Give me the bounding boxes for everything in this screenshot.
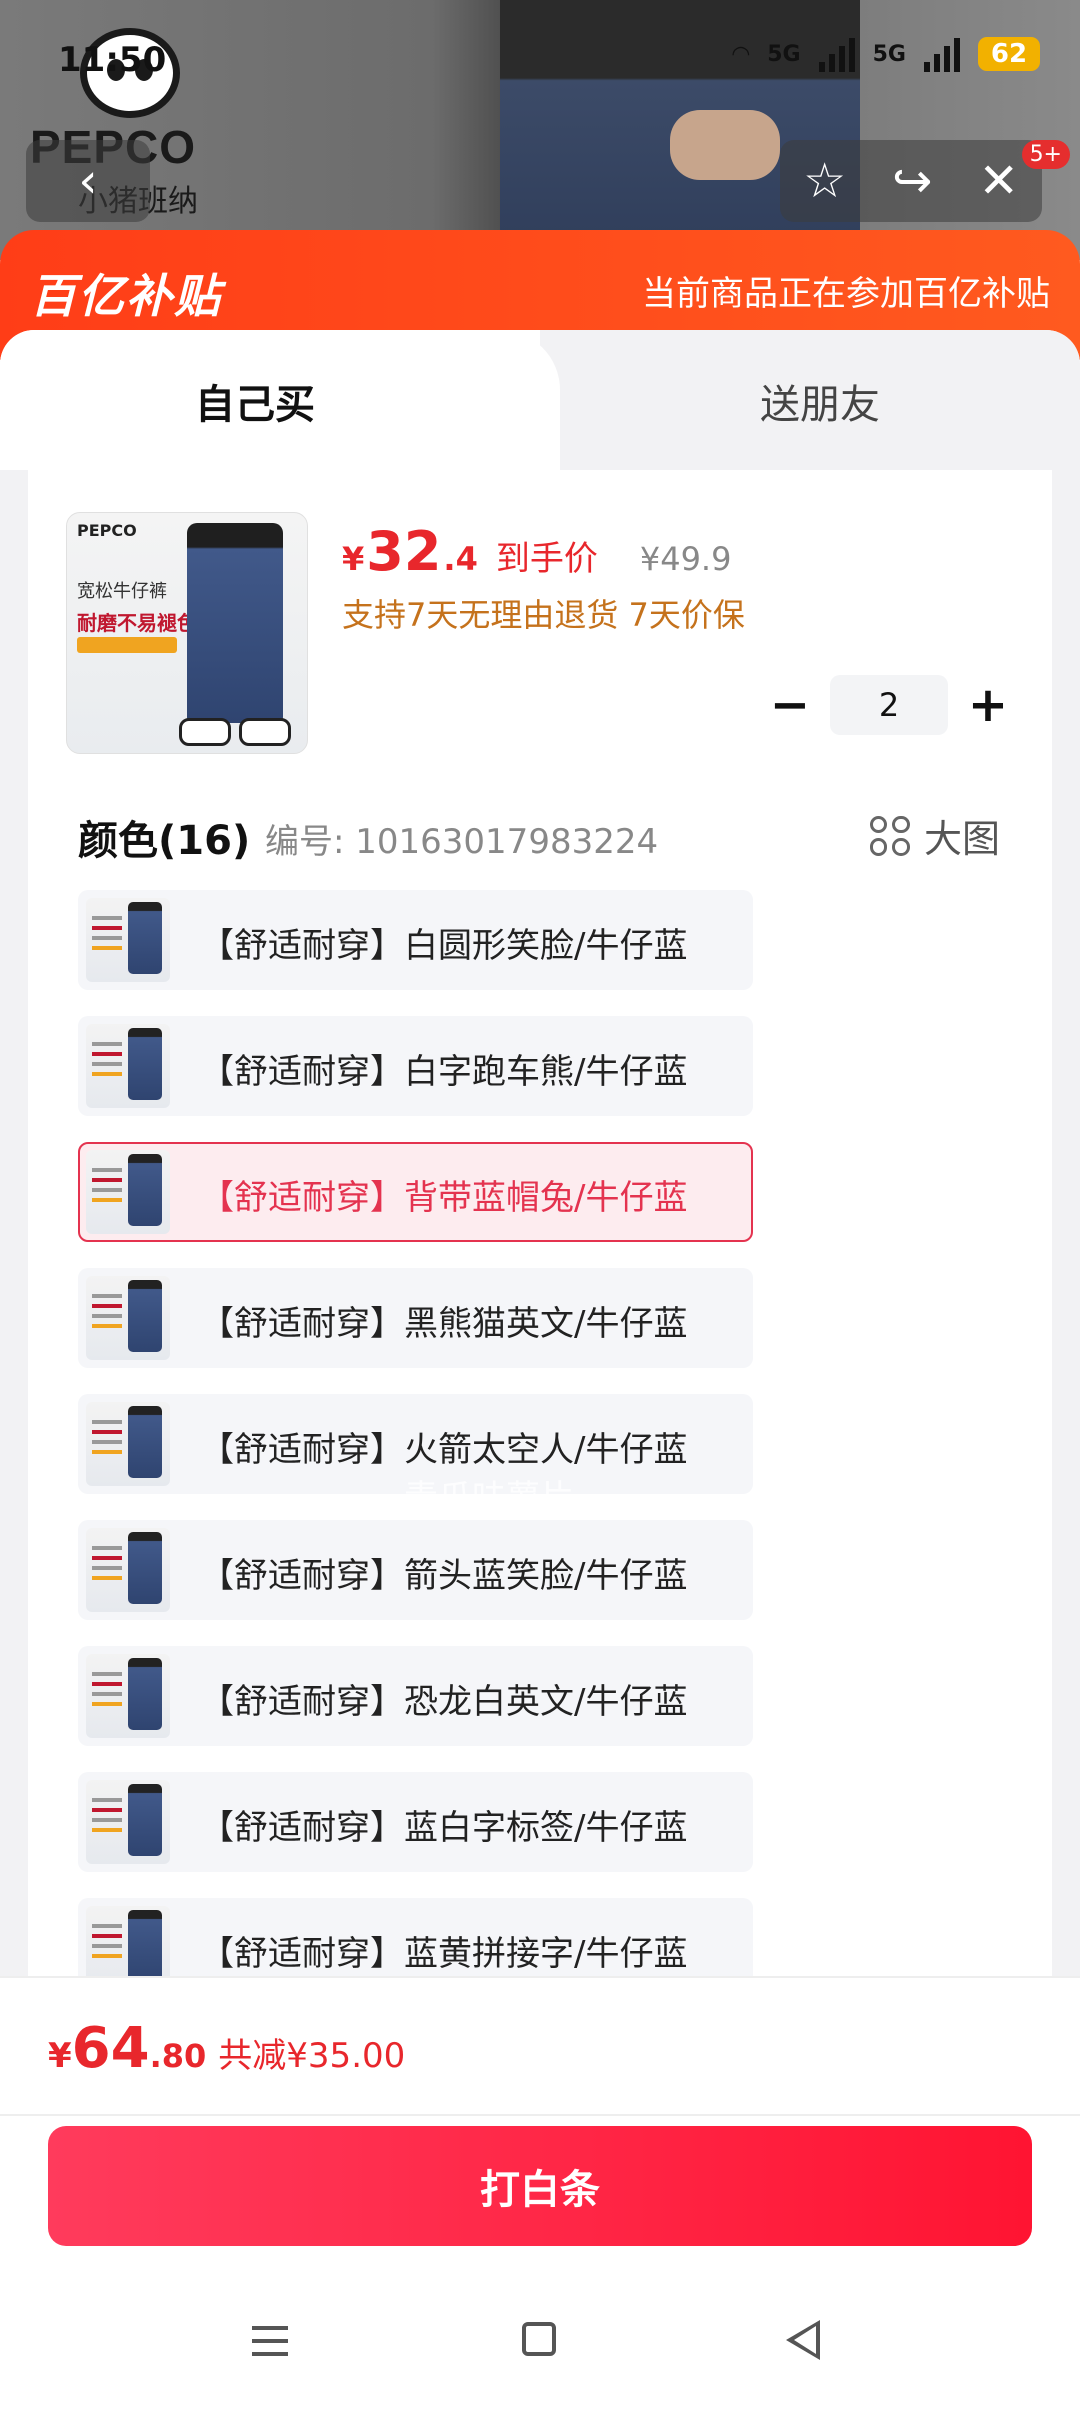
quantity-stepper: − 2 + [750,675,1028,735]
quantity-value[interactable]: 2 [830,675,948,735]
big-picture-toggle[interactable]: 大图 [869,808,1000,863]
total-decimal: .80 [149,2037,207,2075]
color-options: 【舒适耐穿】白圆形笑脸/牛仔蓝 【舒适耐穿】白字跑车熊/牛仔蓝 【舒适耐穿】背带… [78,890,753,2024]
signal-label-2: 5G [872,41,906,67]
option-thumbnail [86,1654,170,1738]
close-icon[interactable]: ✕ [979,153,1019,209]
option-label: 【舒适耐穿】火箭太空人/牛仔蓝 [200,1430,688,1470]
notification-badge: 5+ [1021,140,1070,169]
service-guarantee: 支持7天无理由退货 7天价保 [342,596,745,634]
share-icon[interactable]: ↪ [892,153,932,209]
option-thumbnail [86,1780,170,1864]
color-option[interactable]: 【舒适耐穿】恐龙白英文/牛仔蓝 [78,1646,753,1746]
battery-indicator: 62 [978,37,1040,71]
total-discount: 共减¥35.00 [218,2036,406,2076]
increase-button[interactable]: + [948,675,1028,735]
total-price: ¥ 64 .80 共减¥35.00 [48,2016,405,2081]
thumb-shoe [179,718,231,746]
tab-buy-for-self[interactable]: 自己买 [195,372,315,430]
status-time: 11:50 [58,40,167,80]
option-label: 【舒适耐穿】白圆形笑脸/牛仔蓝 [200,926,688,966]
original-price: ¥49.9 [639,540,732,578]
signal-bars-icon [818,36,855,72]
color-option[interactable]: 【舒适耐穿】火箭太空人/牛仔蓝 [78,1394,753,1494]
option-label: 【舒适耐穿】恐龙白英文/牛仔蓝 [200,1682,688,1722]
color-option[interactable]: 【舒适耐穿】箭头蓝笑脸/牛仔蓝 [78,1520,753,1620]
back-triangle-icon[interactable] [786,2320,820,2360]
option-thumbnail [86,1024,170,1108]
color-option[interactable]: 【舒适耐穿】黑熊猫英文/牛仔蓝 [78,1268,753,1368]
total-integer: 64 [71,2016,150,2081]
thumb-line-2: 耐磨不易褪色 [77,611,197,635]
option-label: 【舒适耐穿】白字跑车熊/牛仔蓝 [200,1052,688,1092]
menu-icon[interactable] [252,2326,288,2356]
color-section-title: 颜色(16) [78,818,251,864]
option-label: 【舒适耐穿】箭头蓝笑脸/牛仔蓝 [200,1556,688,1596]
subsidy-logo: 百亿补贴 [30,269,222,323]
price-decimal: .4 [443,540,478,578]
sku-code: 编号: 10163017983224 [265,822,659,862]
thumb-shoe [239,718,291,746]
total-currency: ¥ [48,2036,72,2076]
thumb-tag [77,637,177,653]
favorite-star-icon[interactable]: ☆ [803,153,846,209]
thumb-brand: PEPCO [77,521,137,540]
product-thumbnail[interactable]: PEPCO 宽松牛仔裤 耐磨不易褪色 [66,512,308,754]
system-navigation-bar [0,2278,1080,2398]
color-option[interactable]: 【舒适耐穿】白圆形笑脸/牛仔蓝 [78,890,753,990]
price-currency: ¥ [342,540,365,578]
option-thumbnail [86,898,170,982]
price-label: 到手价 [495,539,598,579]
option-thumbnail [86,1276,170,1360]
tab-gift-to-friend[interactable]: 送朋友 [760,372,880,430]
thumb-line-1: 宽松牛仔裤 [77,581,167,602]
option-label: 【舒适耐穿】背带蓝帽兔/牛仔蓝 [200,1178,688,1218]
color-option[interactable]: 【舒适耐穿】蓝白字标签/牛仔蓝 [78,1772,753,1872]
subsidy-message: 当前商品正在参加百亿补贴 [642,274,1050,314]
option-thumbnail [86,1150,170,1234]
divider [0,2114,1080,2116]
price-row: ¥ 32 .4 到手价 ¥49.9 [342,520,731,583]
grid-icon [869,815,910,856]
option-thumbnail [86,1528,170,1612]
big-picture-label: 大图 [923,817,1000,861]
purchase-bar: ¥ 64 .80 共减¥35.00 打白条 [0,1976,1080,2414]
color-option[interactable]: 【舒适耐穿】白字跑车熊/牛仔蓝 [78,1016,753,1116]
home-icon[interactable] [522,2322,556,2356]
option-thumbnail [86,1402,170,1486]
baitiao-pay-button[interactable]: 打白条 [48,2126,1032,2246]
option-label: 【舒适耐穿】黑熊猫英文/牛仔蓝 [200,1304,688,1344]
hand-photo [670,110,780,180]
option-label: 【舒适耐穿】蓝黄拼接字/牛仔蓝 [200,1934,688,1974]
wifi-icon: ◠ [732,41,750,67]
color-option-selected[interactable]: 【舒适耐穿】背带蓝帽兔/牛仔蓝 [78,1142,753,1242]
thumb-jeans [187,523,283,723]
signal-bars-icon [924,36,960,72]
signal-label-1: 5G [767,41,801,67]
option-label: 【舒适耐穿】蓝白字标签/牛仔蓝 [200,1808,688,1848]
chevron-left-icon: ‹ [78,153,98,209]
top-actions: ☆ ↪ ✕ [780,140,1042,222]
back-button[interactable]: ‹ [26,140,150,222]
decrease-button[interactable]: − [750,675,830,735]
status-icons: ◠ 5G 5G 62 [732,36,1040,72]
price-integer: 32 [366,520,442,583]
